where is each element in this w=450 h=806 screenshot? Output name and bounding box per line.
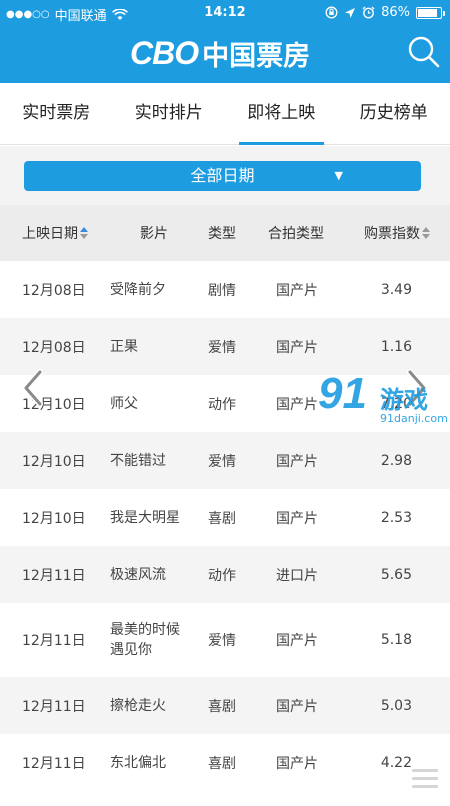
header-ticket-index[interactable]: 购票指数	[364, 205, 430, 261]
header-release-date[interactable]: 上映日期	[22, 205, 88, 261]
row-coproduction: 国产片	[276, 698, 318, 715]
logo-chinese-text: 中国票房	[202, 40, 311, 72]
table-row[interactable]: 12月11日 最美的时候遇见你 爱情 国产片 5.18	[0, 603, 450, 677]
table-row[interactable]: 12月08日 正果 爱情 国产片 1.16	[0, 318, 450, 375]
row-genre: 动作	[208, 396, 236, 413]
row-date: 12月11日	[22, 698, 86, 715]
row-coproduction: 进口片	[276, 567, 318, 584]
row-coproduction: 国产片	[276, 755, 318, 772]
floating-menu-icon[interactable]	[412, 764, 438, 796]
watermark-url: 91danji.com	[380, 412, 448, 425]
row-film: 受降前夕	[110, 281, 166, 298]
row-genre: 喜剧	[208, 510, 236, 527]
row-coproduction: 国产片	[276, 396, 318, 413]
table-row[interactable]: 12月08日 受降前夕 剧情 国产片 3.49	[0, 261, 450, 318]
filter-area: 全部日期 ▼	[0, 146, 450, 205]
row-film: 擦枪走火	[110, 697, 166, 714]
site-watermark: 91 游戏 91danji.com	[318, 372, 450, 432]
tab-upcoming[interactable]: 即将上映	[225, 83, 338, 145]
row-genre: 动作	[208, 567, 236, 584]
row-genre: 喜剧	[208, 698, 236, 715]
row-coproduction: 国产片	[276, 510, 318, 527]
row-ticket-index: 2.53	[380, 509, 412, 526]
sort-icon	[80, 227, 88, 239]
row-film: 不能错过	[110, 452, 166, 469]
table-row[interactable]: 12月10日 不能错过 爱情 国产片 2.98	[0, 432, 450, 489]
table-row[interactable]: 12月11日 东北偏北 喜剧 国产片 4.22	[0, 734, 450, 791]
row-genre: 爱情	[208, 339, 236, 356]
tab-history-ranking[interactable]: 历史榜单	[338, 83, 450, 144]
row-genre: 爱情	[208, 453, 236, 470]
table-header: 上映日期 影片 类型 合拍类型 购票指数	[0, 205, 450, 261]
header-genre: 类型	[208, 226, 236, 242]
header-ticket-index-label: 购票指数	[364, 226, 420, 242]
tab-realtime-schedule[interactable]: 实时排片	[113, 83, 226, 144]
rotation-lock-icon	[325, 6, 338, 19]
row-film: 东北偏北	[110, 754, 166, 771]
row-date: 12月11日	[22, 755, 86, 772]
row-genre: 剧情	[208, 282, 236, 299]
sort-icon	[422, 227, 430, 239]
table-row[interactable]: 12月11日 擦枪走火 喜剧 国产片 5.03	[0, 677, 450, 734]
row-ticket-index: 5.18	[380, 632, 412, 648]
logo-latin-text: CBO	[130, 34, 199, 71]
header-release-date-label: 上映日期	[22, 226, 78, 242]
row-genre: 爱情	[208, 633, 236, 649]
chevron-left-icon[interactable]	[18, 368, 48, 408]
row-genre: 喜剧	[208, 755, 236, 772]
battery-icon	[416, 6, 445, 19]
row-film: 我是大明星	[110, 509, 180, 526]
table-row[interactable]: 12月11日 极速风流 动作 进口片 5.65	[0, 546, 450, 603]
row-date: 12月11日	[22, 567, 86, 584]
watermark-number: 91	[318, 369, 367, 418]
row-ticket-index: 5.65	[380, 566, 412, 583]
watermark-text: 游戏	[380, 386, 428, 414]
date-filter-dropdown[interactable]: 全部日期 ▼	[24, 161, 421, 191]
row-coproduction: 国产片	[276, 633, 318, 649]
row-ticket-index: 1.16	[380, 338, 412, 355]
header-coproduction: 合拍类型	[268, 226, 324, 242]
row-film: 极速风流	[110, 566, 166, 583]
row-ticket-index: 2.98	[380, 452, 412, 469]
row-ticket-index: 5.03	[380, 697, 412, 714]
row-date: 12月08日	[22, 339, 86, 356]
row-film: 正果	[110, 338, 138, 355]
dropdown-caret-icon: ▼	[334, 169, 343, 182]
battery-level	[418, 8, 437, 17]
app-header: CBO 中国票房	[0, 26, 450, 83]
date-filter-label: 全部日期	[190, 166, 255, 185]
row-coproduction: 国产片	[276, 339, 318, 356]
app-logo: CBO 中国票房	[130, 34, 311, 72]
table-row[interactable]: 12月10日 我是大明星 喜剧 国产片 2.53	[0, 489, 450, 546]
search-icon[interactable]	[406, 34, 442, 70]
tab-bar: 实时票房 实时排片 即将上映 历史榜单	[0, 83, 450, 145]
row-coproduction: 国产片	[276, 282, 318, 299]
row-date: 12月10日	[22, 510, 86, 527]
row-ticket-index: 3.49	[380, 281, 412, 298]
status-bar: ●●●○○ 中国联通 14:12 86%	[0, 0, 450, 26]
alarm-icon	[362, 6, 375, 19]
tab-realtime-box-office[interactable]: 实时票房	[0, 83, 113, 144]
battery-percent: 86%	[381, 5, 410, 20]
row-coproduction: 国产片	[276, 453, 318, 470]
row-film: 最美的时候遇见你	[110, 622, 180, 658]
row-date: 12月11日	[22, 633, 86, 649]
row-date: 12月10日	[22, 453, 86, 470]
row-film: 师父	[110, 395, 138, 412]
row-date: 12月08日	[22, 282, 86, 299]
status-right: 86%	[325, 5, 445, 20]
row-ticket-index: 4.22	[380, 754, 412, 771]
location-arrow-icon	[345, 7, 356, 18]
